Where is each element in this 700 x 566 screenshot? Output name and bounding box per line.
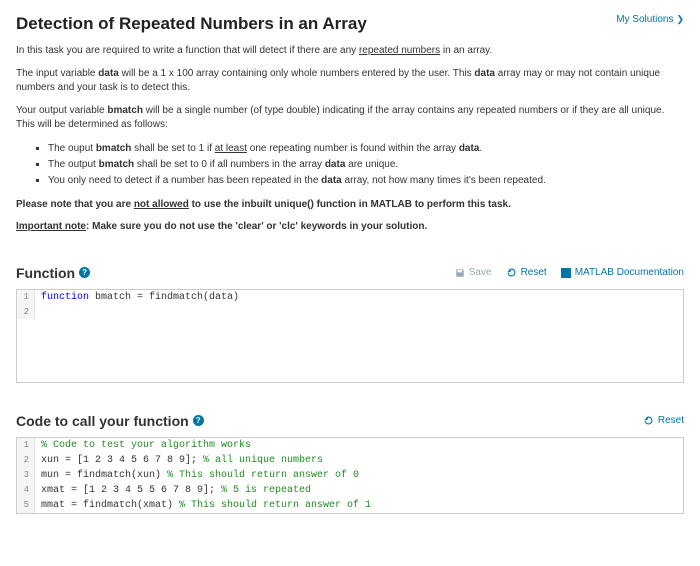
text: in an array. bbox=[440, 45, 492, 56]
my-solutions-link[interactable]: My Solutions ❯ bbox=[616, 14, 684, 25]
text: array, not how many times it's been repe… bbox=[342, 175, 546, 186]
text: Your output variable bbox=[16, 105, 107, 116]
call-section-title: Code to call your function bbox=[16, 413, 189, 429]
code-line: xmat = [1 2 3 4 5 5 6 7 8 9]; % 5 is rep… bbox=[35, 483, 317, 498]
code-text: mmat = findmatch(xmat) bbox=[41, 500, 179, 511]
comment: % This should return answer of 0 bbox=[167, 470, 359, 481]
text-underlined: at least bbox=[215, 143, 247, 154]
code-line: % Code to test your algorithm works bbox=[35, 438, 257, 453]
problem-description: In this task you are required to write a… bbox=[16, 44, 684, 235]
help-icon[interactable]: ? bbox=[193, 415, 204, 426]
code-text: xmat = [1 2 3 4 5 5 6 7 8 9]; bbox=[41, 485, 221, 496]
text: In this task you are required to write a… bbox=[16, 45, 359, 56]
text: . bbox=[479, 143, 482, 154]
text: one repeating number is found within the… bbox=[247, 143, 459, 154]
text: are unique. bbox=[345, 159, 398, 170]
page-title: Detection of Repeated Numbers in an Arra… bbox=[16, 14, 367, 34]
variable-name: data bbox=[98, 68, 119, 79]
text-underlined: not allowed bbox=[134, 199, 189, 210]
book-icon bbox=[561, 268, 571, 278]
code-line: mmat = findmatch(xmat) % This should ret… bbox=[35, 498, 377, 513]
gutter-line-number: 2 bbox=[17, 453, 35, 468]
docs-label: MATLAB Documentation bbox=[575, 267, 684, 278]
variable-name: data bbox=[459, 143, 480, 154]
gutter-line-number: 3 bbox=[17, 468, 35, 483]
text-underlined: repeated numbers bbox=[359, 45, 440, 56]
text: will be a 1 x 100 array containing only … bbox=[119, 68, 475, 79]
reset-icon bbox=[643, 415, 654, 426]
gutter-line-number: 1 bbox=[17, 438, 35, 453]
code-text: bmatch = findmatch(data) bbox=[89, 292, 239, 303]
text-bold: Please note that you are bbox=[16, 199, 134, 210]
variable-name: data bbox=[325, 159, 346, 170]
save-label: Save bbox=[469, 267, 492, 278]
save-icon bbox=[455, 268, 465, 278]
variable-name: data bbox=[321, 175, 342, 186]
comment: % This should return answer of 1 bbox=[179, 500, 371, 511]
help-icon[interactable]: ? bbox=[79, 267, 90, 278]
bullet-item: The ouput bmatch shall be set to 1 if at… bbox=[48, 141, 684, 156]
code-text: xun = [1 2 3 4 5 6 7 8 9]; bbox=[41, 455, 203, 466]
text: shall be set to 0 if all numbers in the … bbox=[134, 159, 325, 170]
save-button[interactable]: Save bbox=[455, 267, 492, 278]
keyword: function bbox=[41, 292, 89, 303]
bullet-item: The output bmatch shall be set to 0 if a… bbox=[48, 157, 684, 172]
gutter-line-number: 4 bbox=[17, 483, 35, 498]
reset-button[interactable]: Reset bbox=[506, 267, 547, 278]
variable-name: data bbox=[474, 68, 495, 79]
reset-icon bbox=[506, 267, 517, 278]
text: You only need to detect if a number has … bbox=[48, 175, 321, 186]
function-section-title: Function bbox=[16, 265, 75, 281]
text: The output bbox=[48, 159, 99, 170]
gutter-line-number: 2 bbox=[17, 305, 35, 319]
text: The ouput bbox=[48, 143, 96, 154]
text-bold: : Make sure you do not use the 'clear' o… bbox=[86, 221, 427, 232]
my-solutions-label: My Solutions bbox=[616, 14, 673, 25]
gutter-line-number: 1 bbox=[17, 290, 35, 305]
reset-label: Reset bbox=[521, 267, 547, 278]
code-line: function bmatch = findmatch(data) bbox=[35, 290, 245, 305]
reset-call-button[interactable]: Reset bbox=[643, 415, 684, 426]
comment: % 5 is repeated bbox=[221, 485, 311, 496]
variable-name: bmatch bbox=[107, 105, 143, 116]
text: The input variable bbox=[16, 68, 98, 79]
function-editor[interactable]: 1 function bmatch = findmatch(data) 2 bbox=[16, 289, 684, 383]
code-line: xun = [1 2 3 4 5 6 7 8 9]; % all unique … bbox=[35, 453, 329, 468]
text: shall be set to 1 if bbox=[131, 143, 214, 154]
bullet-item: You only need to detect if a number has … bbox=[48, 173, 684, 188]
matlab-docs-link[interactable]: MATLAB Documentation bbox=[561, 267, 684, 278]
variable-name: bmatch bbox=[99, 159, 135, 170]
chevron-right-icon: ❯ bbox=[676, 14, 684, 25]
gutter-line-number: 5 bbox=[17, 498, 35, 513]
call-editor[interactable]: 1 % Code to test your algorithm works 2 … bbox=[16, 437, 684, 514]
comment: % all unique numbers bbox=[203, 455, 323, 466]
text-underlined: Important note bbox=[16, 221, 86, 232]
comment: % Code to test your algorithm works bbox=[41, 440, 251, 451]
text-bold: to use the inbuilt unique() function in … bbox=[189, 199, 511, 210]
code-line: mun = findmatch(xun) % This should retur… bbox=[35, 468, 365, 483]
reset-label: Reset bbox=[658, 415, 684, 426]
code-text: mun = findmatch(xun) bbox=[41, 470, 167, 481]
code-line bbox=[35, 305, 47, 319]
variable-name: bmatch bbox=[96, 143, 132, 154]
